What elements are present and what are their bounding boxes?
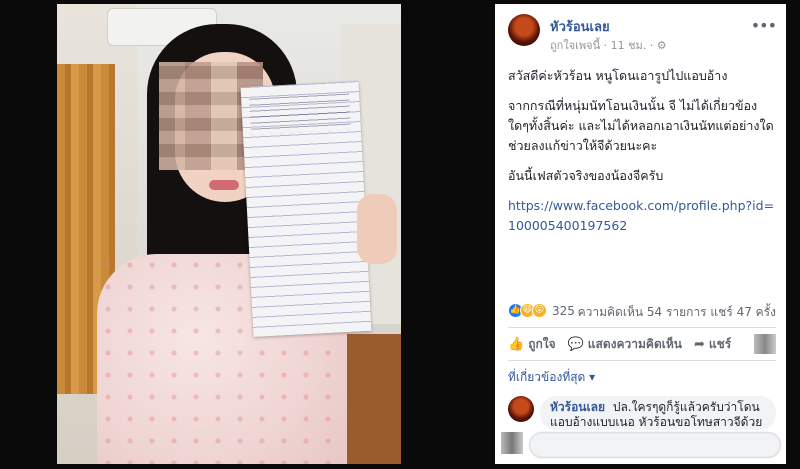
photo-hand <box>357 194 397 264</box>
composer-avatar <box>501 432 523 454</box>
more-options-icon[interactable]: ••• <box>751 16 777 35</box>
viewer-avatar[interactable] <box>754 334 776 354</box>
post-stats: 👍 😆 😮 325 ความคิดเห็น 54 รายการ แชร์ 47 … <box>508 301 776 323</box>
post-photo[interactable] <box>57 4 401 464</box>
action-bar: 👍 ถูกใจ 💬 แสดงความคิดเห็น ➦ แชร์ <box>508 327 776 361</box>
comments-shares-count[interactable]: ความคิดเห็น 54 รายการ แชร์ 47 ครั้ง <box>578 303 776 322</box>
photo-lips <box>209 180 239 190</box>
post-meta[interactable]: ถูกใจเพจนี้ · 11 ชม. · ⚙ <box>550 36 667 54</box>
photo-viewer: หัวร้อนเลย ถูกใจเพจนี้ · 11 ชม. · ⚙ ••• … <box>0 0 800 469</box>
post-header: หัวร้อนเลย ถูกใจเพจนี้ · 11 ชม. · ⚙ ••• <box>508 14 777 58</box>
post-body: สวัสดีค่ะหัวร้อน หนูโดนเอารูปไปแอบอ้าง จ… <box>508 66 776 246</box>
photo-document <box>240 81 372 337</box>
post-paragraph-1: สวัสดีค่ะหัวร้อน หนูโดนเอารูปไปแอบอ้าง <box>508 68 728 83</box>
like-button[interactable]: 👍 ถูกใจ <box>508 335 556 354</box>
post-paragraph-2: จากกรณีที่หนุ่มนัทโอนเงินนั้น จี ไม่ได้เ… <box>508 98 774 153</box>
comment-icon: 💬 <box>567 336 584 352</box>
comment-input[interactable] <box>529 432 781 458</box>
post-paragraph-3: อันนี้เฟสตัวจริงของน้องจีครับ <box>508 168 664 183</box>
profile-link[interactable]: https://www.facebook.com/profile.php?id=… <box>508 198 774 233</box>
comment-composer <box>501 432 781 462</box>
post-panel: หัวร้อนเลย ถูกใจเพจนี้ · 11 ชม. · ⚙ ••• … <box>495 4 786 464</box>
reactions-summary[interactable]: 👍 😆 😮 325 <box>508 303 575 318</box>
reaction-count: 325 <box>552 303 575 318</box>
comment-label: แสดงความคิดเห็น <box>587 336 682 351</box>
thumbs-up-icon: 👍 <box>508 336 525 352</box>
photo-cabinet <box>341 334 401 464</box>
comment-bubble: หัวร้อนเลย ปล.ใครๆดูก็รู้แล้วครับว่าโดนแ… <box>540 396 776 430</box>
comment-button[interactable]: 💬 แสดงความคิดเห็น <box>568 335 682 354</box>
page-avatar[interactable] <box>508 14 540 46</box>
like-label: ถูกใจ <box>528 336 556 351</box>
share-button[interactable]: ➦ แชร์ <box>694 335 731 354</box>
comment-author[interactable]: หัวร้อนเลย <box>550 400 605 414</box>
comment-item: หัวร้อนเลย ปล.ใครๆดูก็รู้แล้วครับว่าโดนแ… <box>508 396 778 430</box>
page-name-link[interactable]: หัวร้อนเลย <box>550 16 610 37</box>
comment-avatar[interactable] <box>508 396 534 422</box>
share-label: แชร์ <box>708 336 732 351</box>
share-icon: ➦ <box>693 336 705 352</box>
comment-filter-dropdown[interactable]: ที่เกี่ยวข้องที่สุด ▾ <box>508 368 595 387</box>
wow-reaction-icon: 😮 <box>532 303 547 318</box>
